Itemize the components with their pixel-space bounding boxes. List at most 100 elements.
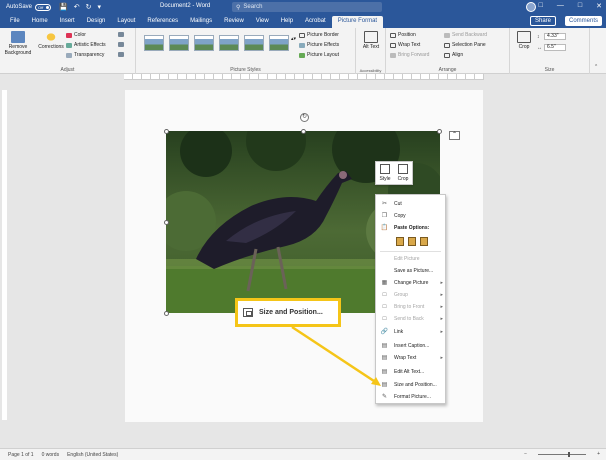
change-picture-icon[interactable]: [118, 42, 124, 47]
minimize-icon[interactable]: —: [557, 2, 564, 10]
arrange-group: Position Wrap Text Bring Forward Send Ba…: [386, 28, 510, 74]
picture-border-button[interactable]: Picture Border: [299, 32, 339, 38]
transparency-button[interactable]: Transparency: [66, 52, 104, 58]
resize-handle-bottom-left[interactable]: [164, 311, 169, 316]
tab-acrobat[interactable]: Acrobat: [299, 16, 332, 28]
layout-options-icon[interactable]: ⌃: [449, 131, 460, 140]
menu-item-size-and-position[interactable]: ▤ Size and Position...: [376, 379, 447, 390]
language-indicator[interactable]: English (United States): [67, 452, 118, 458]
save-icon[interactable]: 💾: [59, 3, 68, 11]
remove-background-button[interactable]: Remove Background: [3, 31, 33, 56]
menu-item-save-as-picture[interactable]: Save as Picture...: [376, 265, 447, 276]
autosave-toggle[interactable]: Off: [35, 3, 52, 11]
ribbon: Remove Background Corrections Color Arti…: [0, 28, 606, 74]
search-input[interactable]: ⚲ Search: [232, 2, 382, 12]
close-icon[interactable]: ✕: [596, 2, 602, 10]
tab-home[interactable]: Home: [26, 16, 54, 28]
menu-item-copy[interactable]: ❐ Copy: [376, 210, 447, 221]
tab-picture-format[interactable]: Picture Format: [331, 16, 384, 28]
picture-style-2[interactable]: [169, 35, 189, 51]
word-count[interactable]: 0 words: [42, 452, 60, 458]
paste-text-only-icon[interactable]: [420, 237, 428, 246]
change-picture-menu-icon: ▦: [381, 280, 388, 286]
paste-picture-icon[interactable]: [408, 237, 416, 246]
redo-icon[interactable]: ↻: [86, 3, 92, 11]
submenu-arrow-icon: ▸: [440, 303, 443, 310]
picture-style-4[interactable]: [219, 35, 239, 51]
tab-review[interactable]: Review: [218, 16, 250, 28]
maximize-icon[interactable]: □: [578, 2, 582, 10]
menu-item-edit-alt-text[interactable]: ▤ Edit Alt Text...: [376, 366, 447, 377]
picture-style-3[interactable]: [194, 35, 214, 51]
artistic-effects-button[interactable]: Artistic Effects: [66, 42, 106, 48]
picture-layout-button[interactable]: Picture Layout: [299, 52, 339, 58]
tab-view[interactable]: View: [250, 16, 275, 28]
share-button[interactable]: Share: [529, 16, 556, 26]
menu-wrap-text-label: Wrap Text: [394, 354, 417, 361]
wrap-text-button[interactable]: Wrap Text: [390, 42, 420, 48]
height-field[interactable]: 4.33": [544, 33, 566, 40]
collapse-ribbon-icon[interactable]: ⌃: [594, 64, 598, 70]
comments-button[interactable]: Comments: [564, 16, 602, 26]
tab-design[interactable]: Design: [81, 16, 112, 28]
zoom-out-icon[interactable]: −: [524, 451, 527, 457]
rotate-handle-icon[interactable]: ↻: [300, 113, 309, 122]
picture-style-1[interactable]: [144, 35, 164, 51]
tab-layout[interactable]: Layout: [111, 16, 141, 28]
crop-button[interactable]: Crop: [514, 31, 534, 50]
menu-item-link[interactable]: 🔗 Link ▸: [376, 326, 447, 337]
menu-change-picture-label: Change Picture: [394, 279, 429, 286]
mini-toolbar: Style Crop: [375, 161, 413, 185]
picture-layout-label: Picture Layout: [307, 52, 339, 58]
menu-item-send-to-back[interactable]: □ Send to Back ▸: [376, 313, 447, 324]
tab-mailings[interactable]: Mailings: [184, 16, 218, 28]
ribbon-display-icon[interactable]: □: [539, 2, 543, 10]
resize-handle-top[interactable]: [301, 129, 306, 134]
picture-effects-button[interactable]: Picture Effects: [299, 42, 339, 48]
customize-icon[interactable]: ▾: [98, 3, 102, 11]
bring-forward-button[interactable]: Bring Forward: [390, 52, 429, 58]
style-button[interactable]: Style: [376, 162, 394, 184]
menu-item-insert-caption[interactable]: ▤ Insert Caption...: [376, 340, 447, 351]
menu-item-format-picture[interactable]: ✎ Format Picture...: [376, 391, 447, 402]
menu-save-as-picture-label: Save as Picture...: [394, 267, 434, 274]
picture-style-5[interactable]: [244, 35, 264, 51]
undo-icon[interactable]: ↶: [74, 3, 80, 11]
tab-references[interactable]: References: [141, 16, 184, 28]
reset-picture-icon[interactable]: [118, 52, 124, 57]
zoom-in-icon[interactable]: +: [597, 451, 600, 457]
autosave[interactable]: AutoSave Off: [6, 3, 52, 11]
resize-handle-top-left[interactable]: [164, 129, 169, 134]
zoom-slider[interactable]: [538, 451, 587, 457]
style-icon: [380, 164, 390, 174]
page-count[interactable]: Page 1 of 1: [8, 452, 34, 458]
arrange-group-label: Arrange: [438, 67, 457, 73]
send-backward-button[interactable]: Send Backward: [444, 32, 487, 38]
tab-help[interactable]: Help: [275, 16, 299, 28]
paste-keep-format-icon[interactable]: [396, 237, 404, 246]
menu-item-edit-picture[interactable]: Edit Picture: [376, 253, 447, 264]
resize-handle-top-right[interactable]: [437, 129, 442, 134]
document-title: Document2 - Word: [160, 3, 211, 9]
corrections-button[interactable]: Corrections: [37, 31, 65, 50]
styles-scroll-icon[interactable]: ▴▾: [291, 36, 296, 42]
menu-item-cut[interactable]: ✂ Cut: [376, 198, 447, 209]
crop-mini-button[interactable]: Crop: [394, 162, 412, 184]
menu-item-change-picture[interactable]: ▦ Change Picture ▸: [376, 277, 447, 288]
compress-pictures-icon[interactable]: [118, 32, 124, 37]
position-button[interactable]: Position: [390, 32, 416, 38]
tab-file[interactable]: File: [4, 16, 26, 28]
menu-item-group[interactable]: □ Group ▸: [376, 289, 447, 300]
align-button[interactable]: Align: [444, 52, 463, 58]
menu-item-bring-to-front[interactable]: □ Bring to Front ▸: [376, 301, 447, 312]
color-button[interactable]: Color: [66, 32, 86, 38]
tab-insert[interactable]: Insert: [54, 16, 81, 28]
resize-handle-left[interactable]: [164, 220, 169, 225]
alt-text-button[interactable]: Alt Text: [360, 31, 382, 50]
width-field[interactable]: 6.5": [544, 44, 566, 51]
selection-pane-button[interactable]: Selection Pane: [444, 42, 486, 48]
picture-effects-icon: [299, 42, 305, 48]
menu-item-wrap-text[interactable]: ▤ Wrap Text ▸: [376, 352, 447, 363]
picture-style-6[interactable]: [269, 35, 289, 51]
avatar[interactable]: [526, 2, 536, 12]
